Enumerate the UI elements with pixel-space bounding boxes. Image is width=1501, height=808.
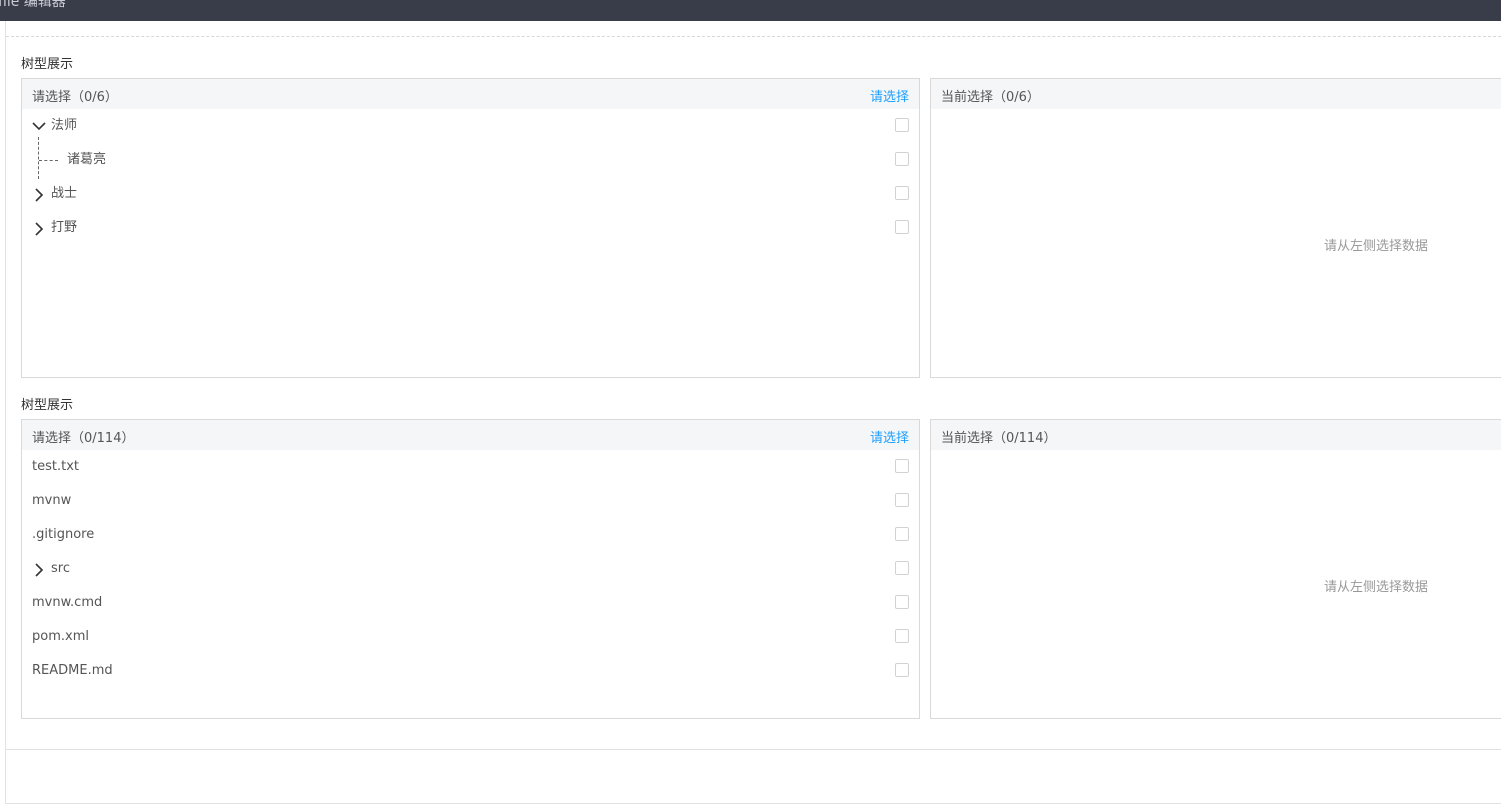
checkbox[interactable]: [895, 663, 909, 677]
checkbox[interactable]: [895, 561, 909, 575]
checkbox[interactable]: [895, 220, 909, 234]
chevron-down-icon[interactable]: [32, 109, 46, 143]
list-item[interactable]: .gitignore: [22, 518, 919, 552]
panel-header: 当前选择（0/114）: [931, 420, 1501, 450]
panel-title: 请选择（0/6）: [32, 90, 118, 105]
checkbox[interactable]: [895, 595, 909, 609]
panel-title: 请选择（0/114）: [32, 431, 135, 446]
checkbox[interactable]: [895, 527, 909, 541]
tree-node-label: 诸葛亮: [67, 152, 107, 167]
checkbox[interactable]: [895, 152, 909, 166]
tree-node[interactable]: 战士: [22, 177, 919, 211]
list-item-label: mvnw.cmd: [32, 595, 103, 610]
checkbox[interactable]: [895, 493, 909, 507]
divider: [6, 36, 1501, 37]
panel-header: 当前选择（0/6）: [931, 79, 1501, 109]
list-item[interactable]: test.txt: [22, 450, 919, 484]
checkbox[interactable]: [895, 118, 909, 132]
list-item[interactable]: pom.xml: [22, 620, 919, 654]
panel-title: 当前选择（0/114）: [941, 431, 1057, 446]
select-button[interactable]: 请选择: [870, 86, 909, 105]
chevron-right-icon[interactable]: [32, 552, 46, 586]
section-label: 树型展示: [21, 57, 74, 72]
file-list: test.txt mvnw .gitignore src mvnw.cmd po…: [22, 450, 919, 688]
select-button[interactable]: 请选择: [870, 427, 909, 446]
tree-node-label: 打野: [51, 220, 78, 235]
section-label: 树型展示: [21, 398, 74, 413]
tree-node-label: 战士: [51, 186, 78, 201]
transfer-target-panel: 当前选择（0/6） 请从左侧选择数据: [930, 78, 1501, 378]
list-item[interactable]: README.md: [22, 654, 919, 688]
transfer-source-panel: 请选择（0/6） 请选择 法师 诸葛亮 战士 打野: [21, 78, 920, 378]
tree-node[interactable]: 诸葛亮: [22, 143, 919, 177]
header-title: file 编辑器: [0, 0, 66, 10]
transfer-target-panel: 当前选择（0/114） 请从左侧选择数据: [930, 419, 1501, 719]
list-item-label: pom.xml: [32, 629, 89, 644]
tree-node[interactable]: 打野: [22, 211, 919, 245]
chevron-right-icon[interactable]: [32, 211, 46, 245]
tree-node[interactable]: 法师: [22, 109, 919, 143]
checkbox[interactable]: [895, 459, 909, 473]
panel-header: 请选择（0/114） 请选择: [22, 420, 919, 450]
list-item-label: test.txt: [32, 459, 79, 474]
empty-message: 请从左侧选择数据: [1324, 580, 1429, 595]
list-item-label: README.md: [32, 663, 113, 678]
list-item-label: src: [51, 561, 70, 576]
list-item[interactable]: src: [22, 552, 919, 586]
transfer-source-panel: 请选择（0/114） 请选择 test.txt mvnw .gitignore …: [21, 419, 920, 719]
empty-message: 请从左侧选择数据: [1324, 239, 1429, 254]
panel-header: 请选择（0/6） 请选择: [22, 79, 919, 109]
tree-list: 法师 诸葛亮 战士 打野: [22, 109, 919, 245]
divider: [6, 749, 1501, 750]
checkbox[interactable]: [895, 186, 909, 200]
chevron-right-icon[interactable]: [32, 177, 46, 211]
list-item-label: .gitignore: [32, 527, 95, 542]
list-item-label: mvnw: [32, 493, 72, 508]
checkbox[interactable]: [895, 629, 909, 643]
list-item[interactable]: mvnw: [22, 484, 919, 518]
panel-title: 当前选择（0/6）: [941, 90, 1040, 105]
list-item[interactable]: mvnw.cmd: [22, 586, 919, 620]
top-bar: file 编辑器: [0, 0, 1501, 21]
tree-node-label: 法师: [51, 118, 78, 133]
